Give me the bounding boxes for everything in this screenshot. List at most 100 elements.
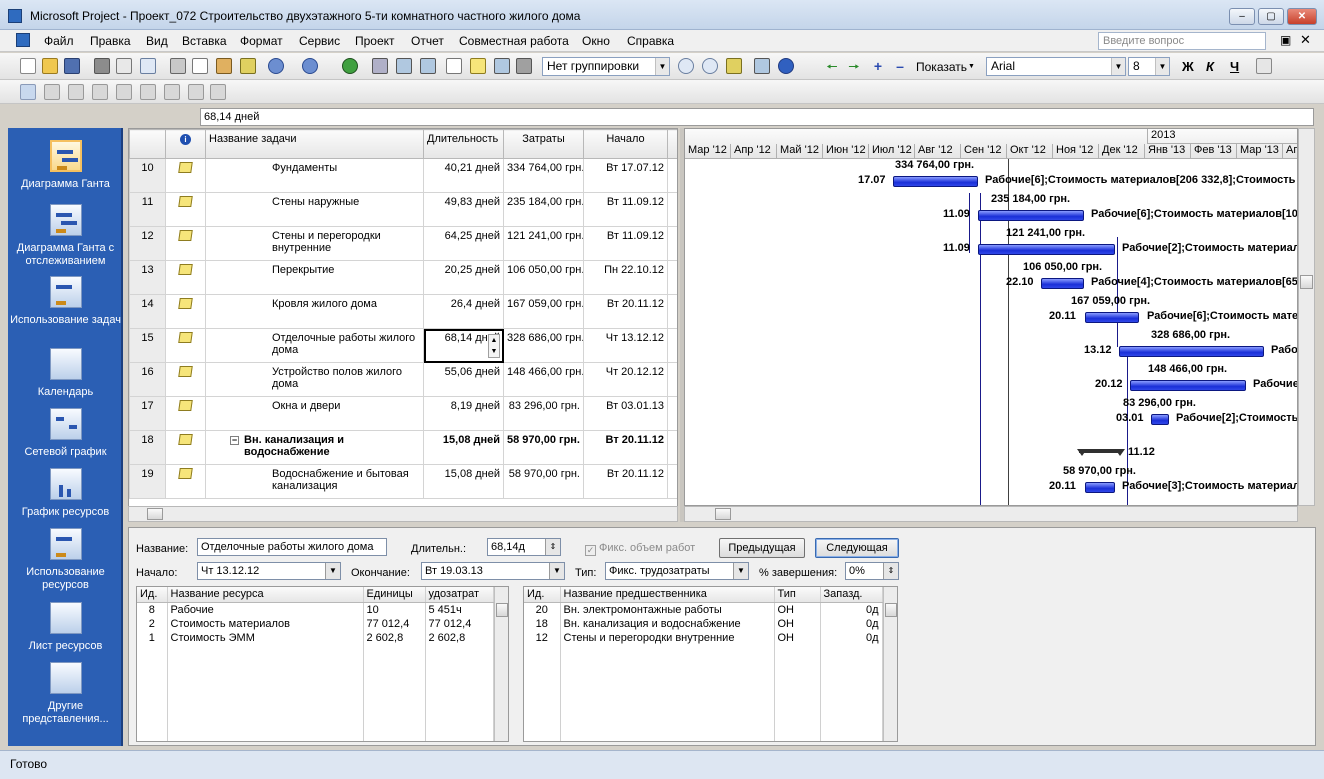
task-name-column-header[interactable]: Название задачи xyxy=(205,129,424,159)
note-icon[interactable] xyxy=(178,366,193,377)
start-cell[interactable]: Вт 11.09.12 xyxy=(583,192,668,227)
minimize-button[interactable]: – xyxy=(1229,8,1255,25)
entry-field[interactable]: 68,14 дней xyxy=(200,108,1314,126)
font-select[interactable]: Arial ▼ xyxy=(986,57,1126,76)
chevron-down-icon[interactable]: ▼ xyxy=(655,58,669,75)
save-icon[interactable] xyxy=(64,58,80,74)
table-row[interactable]: 11 Стены наружные 49,83 дней 235 184,00 грн… xyxy=(129,192,677,227)
res-units-header[interactable]: Единицы xyxy=(363,587,426,603)
minus-icon[interactable]: – xyxy=(892,58,908,74)
italic-button[interactable]: К xyxy=(1206,59,1214,74)
view-resource-graph[interactable]: График ресурсов xyxy=(8,468,123,519)
predecessor-row[interactable]: 18 Вн. канализация и водоснабжение ОН 0д xyxy=(524,616,883,631)
start-cell[interactable]: Чт 13.12.12 xyxy=(583,328,668,363)
percent-complete-input[interactable]: 0% ⇕ xyxy=(845,562,899,580)
row-id[interactable]: 16 xyxy=(129,362,166,397)
scroll-thumb[interactable] xyxy=(496,603,508,617)
task-bar[interactable] xyxy=(978,244,1115,255)
note-icon[interactable] xyxy=(178,264,193,275)
undo-icon[interactable] xyxy=(268,58,284,74)
start-date-select[interactable]: Чт 13.12.12 ▼ xyxy=(197,562,341,580)
task-bar[interactable] xyxy=(1085,312,1139,323)
list-icon[interactable] xyxy=(164,84,180,100)
next-button[interactable]: Следующая xyxy=(815,538,899,558)
menu-format[interactable]: Формат xyxy=(240,34,283,48)
fixed-work-checkbox[interactable]: ✓ Фикс. объем работ xyxy=(585,542,695,556)
zoom-out-icon[interactable] xyxy=(702,58,718,74)
cost-cell[interactable]: 83 296,00 грн. xyxy=(503,396,584,431)
duration-column-header[interactable]: Длительность xyxy=(423,129,504,159)
grid-horizontal-scrollbar[interactable] xyxy=(128,506,678,522)
ask-question-input[interactable]: Введите вопрос xyxy=(1098,32,1266,50)
table-row[interactable]: 10 Фундаменты 40,21 дней 334 764,00 грн. Вт … xyxy=(129,158,677,193)
spinner-icon[interactable]: ▲ ▼ xyxy=(488,334,500,358)
duration-cell[interactable]: 40,21 дней xyxy=(423,158,504,193)
view-resource-usage[interactable]: Использование ресурсов xyxy=(8,528,123,592)
note-icon[interactable] xyxy=(178,196,193,207)
res-work-header[interactable]: удозатрат xyxy=(425,587,494,603)
cost-cell[interactable]: 106 050,00 грн. xyxy=(503,260,584,295)
calendar-icon[interactable] xyxy=(116,84,132,100)
view-tracking-gantt[interactable]: Диаграмма Ганта с отслеживанием xyxy=(8,204,123,268)
scroll-thumb[interactable] xyxy=(715,508,731,520)
close-doc-icon[interactable]: ✕ xyxy=(1300,32,1311,48)
menu-window[interactable]: Окно xyxy=(582,34,610,48)
show-button[interactable]: Показать xyxy=(916,60,967,74)
chevron-down-icon[interactable]: ▼ xyxy=(1111,58,1125,75)
menu-help[interactable]: Справка xyxy=(627,34,674,48)
table-row[interactable]: 19 Водоснабжение и бытовая канализация 15,… xyxy=(129,464,677,499)
predecessor-table-scrollbar[interactable] xyxy=(883,587,897,741)
page-icon[interactable] xyxy=(188,84,204,100)
res-id-header[interactable]: Ид. xyxy=(137,587,168,603)
arrow-left-icon[interactable]: 🠔 xyxy=(824,58,840,74)
grid-icon[interactable] xyxy=(44,84,60,100)
cost-cell[interactable]: 167 059,00 грн. xyxy=(503,294,584,329)
cost-cell[interactable]: 58 970,00 грн. xyxy=(503,464,584,499)
id-column-header[interactable] xyxy=(129,129,166,159)
view-gantt-chart[interactable]: Диаграмма Ганта xyxy=(8,140,123,191)
start-cell[interactable]: Вт 17.07.12 xyxy=(583,158,668,193)
row-id[interactable]: 18 xyxy=(129,430,166,465)
task-info-icon[interactable] xyxy=(446,58,462,74)
task-name-input[interactable]: Отделочные работы жилого дома xyxy=(197,538,387,556)
indicators-column-header[interactable]: i xyxy=(165,129,206,159)
task-bar[interactable] xyxy=(1119,346,1264,357)
cut-icon[interactable] xyxy=(170,58,186,74)
start-cell[interactable]: Вт 20.11.12 xyxy=(583,430,668,465)
predecessor-row[interactable]: 12 Стены и перегородки внутренние ОН 0д xyxy=(524,630,883,645)
restore-doc-icon[interactable]: ▣ xyxy=(1280,33,1291,47)
duration-cell[interactable]: 68,14 дней ▲ ▼ xyxy=(423,328,504,363)
publish-icon[interactable] xyxy=(516,58,532,74)
note-icon[interactable] xyxy=(178,230,193,241)
copy-picture-icon[interactable] xyxy=(754,58,770,74)
resource-row[interactable]: 1 Стоимость ЭММ 2 602,8 2 602,8 xyxy=(137,630,494,645)
task-name-cell[interactable]: Водоснабжение и бытовая канализация xyxy=(205,464,424,499)
predecessor-row[interactable]: 20 Вн. электромонтажные работы ОН 0д xyxy=(524,602,883,617)
sheet-icon[interactable] xyxy=(92,84,108,100)
print-icon[interactable] xyxy=(94,58,110,74)
grouping-select[interactable]: Нет группировки ▼ xyxy=(542,57,670,76)
resource-table-scrollbar[interactable] xyxy=(494,587,508,741)
start-cell[interactable]: Вт 11.09.12 xyxy=(583,226,668,261)
goto-task-icon[interactable] xyxy=(726,58,742,74)
copy-icon[interactable] xyxy=(140,84,156,100)
duration-cell[interactable]: 8,19 дней xyxy=(423,396,504,431)
start-cell[interactable]: Вт 20.11.12 xyxy=(583,294,668,329)
split-task-icon[interactable] xyxy=(420,58,436,74)
view-more-views[interactable]: Другие представления... xyxy=(8,662,123,726)
cost-cell[interactable]: 148 466,00 грн. xyxy=(503,362,584,397)
document-icon[interactable] xyxy=(16,33,30,47)
font-size-select[interactable]: 8 ▼ xyxy=(1128,57,1170,76)
document-icon[interactable] xyxy=(210,84,226,100)
task-name-cell[interactable]: Кровля жилого дома xyxy=(205,294,424,329)
task-name-cell[interactable]: Фундаменты xyxy=(205,158,424,193)
duration-cell[interactable]: 15,08 дней xyxy=(423,430,504,465)
format-painter-icon[interactable] xyxy=(240,58,256,74)
underline-button[interactable]: Ч xyxy=(1230,59,1239,74)
row-id[interactable]: 17 xyxy=(129,396,166,431)
menu-edit[interactable]: Правка xyxy=(90,34,131,48)
start-cell[interactable]: Вт 20.11.12 xyxy=(583,464,668,499)
tracking-icon[interactable] xyxy=(20,84,36,100)
row-id[interactable]: 13 xyxy=(129,260,166,295)
task-notes-icon[interactable] xyxy=(470,58,486,74)
